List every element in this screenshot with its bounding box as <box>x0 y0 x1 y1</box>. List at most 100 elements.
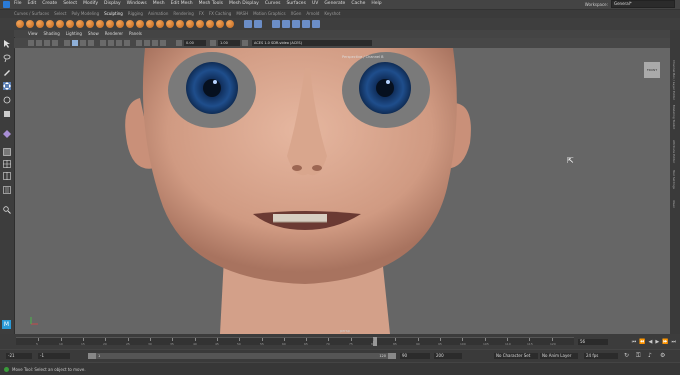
anim-layer-dropdown[interactable]: No Anim Layer <box>540 353 578 359</box>
menu-edit-mesh[interactable]: Edit Mesh <box>171 1 193 6</box>
backface-icon[interactable] <box>160 40 166 46</box>
paint-select-icon[interactable] <box>3 68 11 76</box>
modeling-toolkit-tab[interactable]: Modeling Toolkit <box>672 105 676 129</box>
color-management-icon[interactable] <box>242 40 248 46</box>
shelf-tab-select[interactable]: Select <box>54 11 66 16</box>
menu-display[interactable]: Display <box>104 1 121 6</box>
motion-blur-icon[interactable] <box>116 40 122 46</box>
range-slider[interactable]: 1 120 <box>88 353 396 359</box>
scale-tool-icon[interactable] <box>3 110 11 118</box>
panel-menu-shading[interactable]: Shading <box>44 31 60 36</box>
menu-edit[interactable]: Edit <box>28 1 37 6</box>
render-view-icon[interactable] <box>312 20 320 28</box>
current-frame-field[interactable]: 56 <box>578 339 608 345</box>
menu-surfaces[interactable]: Surfaces <box>286 1 306 6</box>
foamy-tool-icon[interactable] <box>76 20 84 28</box>
wireframe-icon[interactable] <box>64 40 70 46</box>
shelf-tab-fx[interactable]: FX <box>199 11 204 16</box>
menu-cache[interactable]: Cache <box>351 1 365 6</box>
menu-modify[interactable]: Modify <box>83 1 98 6</box>
lasso-tool-icon[interactable] <box>3 54 11 63</box>
end-time-field[interactable]: 200 <box>434 353 462 359</box>
playback-start-field[interactable]: -1 <box>38 353 70 359</box>
tool-settings-tab[interactable]: Tool Settings <box>672 170 676 189</box>
erase-tool-icon[interactable] <box>206 20 214 28</box>
ambient-occlusion-icon[interactable] <box>108 40 114 46</box>
exposure-icon[interactable] <box>176 40 182 46</box>
menu-help[interactable]: Help <box>371 1 381 6</box>
shelf-tab-rigging[interactable]: Rigging <box>128 11 143 16</box>
convert-tool-icon[interactable] <box>226 20 234 28</box>
scrape-tool-icon[interactable] <box>126 20 134 28</box>
panel-menu-renderer[interactable]: Renderer <box>105 31 123 36</box>
antialiasing-icon[interactable] <box>124 40 130 46</box>
unfreeze-tool-icon[interactable] <box>216 20 224 28</box>
range-slider-start-handle[interactable] <box>88 353 96 359</box>
uv-editor-icon[interactable] <box>272 20 280 28</box>
viewcube[interactable]: FRONT <box>644 62 660 78</box>
viewport-perspective[interactable]: Perspective / Channel B FRONT ⇱ persp <box>15 48 670 334</box>
amplify-tool-icon[interactable] <box>176 20 184 28</box>
lights-icon[interactable] <box>88 40 94 46</box>
isolate-select-icon[interactable] <box>136 40 142 46</box>
shelf-tab-curves[interactable]: Curves / Surfaces <box>14 11 49 16</box>
menu-mesh-tools[interactable]: Mesh Tools <box>199 1 223 6</box>
shelf-tab-motion[interactable]: Motion Graphics <box>253 11 286 16</box>
zoom-icon[interactable] <box>3 206 11 214</box>
menu-generate[interactable]: Generate <box>324 1 345 6</box>
start-time-field[interactable]: -21 <box>6 353 32 359</box>
menu-uv[interactable]: UV <box>312 1 318 6</box>
sculpt-tool-icon[interactable] <box>16 20 24 28</box>
maya-home-icon[interactable]: M <box>2 320 11 329</box>
textured-icon[interactable] <box>80 40 86 46</box>
xgen-tab[interactable]: XGen <box>672 200 676 208</box>
bulge-tool-icon[interactable] <box>166 20 174 28</box>
play-forward-icon[interactable]: ▶ <box>655 339 659 345</box>
panel-menu-panels[interactable]: Panels <box>129 31 142 36</box>
freeze-tool-icon[interactable] <box>186 20 194 28</box>
menu-mesh-display[interactable]: Mesh Display <box>229 1 259 6</box>
play-back-icon[interactable]: ◀ <box>649 339 653 345</box>
smear-tool-icon[interactable] <box>156 20 164 28</box>
imprint-tool-icon[interactable] <box>106 20 114 28</box>
shelf-tab-poly[interactable]: Poly Modeling <box>71 11 99 16</box>
gamma-field[interactable]: 1.00 <box>218 40 240 46</box>
last-tool-icon[interactable] <box>3 130 11 138</box>
repeat-tool-icon[interactable] <box>96 20 104 28</box>
attribute-editor-tab[interactable]: Attribute Editor <box>672 140 676 163</box>
wax-tool-icon[interactable] <box>116 20 124 28</box>
loop-icon[interactable]: ↻ <box>624 352 629 359</box>
colorspace-dropdown[interactable]: ACES 1.0 SDR-video (ACES) <box>252 40 372 46</box>
step-forward-icon[interactable]: ⏩ <box>662 339 668 345</box>
move-tool-icon[interactable] <box>3 82 11 90</box>
menu-select[interactable]: Select <box>63 1 77 6</box>
panel-menu-view[interactable]: View <box>28 31 38 36</box>
grid-toggle-icon[interactable] <box>52 40 58 46</box>
xray-icon[interactable] <box>144 40 150 46</box>
shape-editor-icon[interactable] <box>254 20 262 28</box>
blend-shape-icon[interactable] <box>244 20 252 28</box>
smooth-tool-icon[interactable] <box>26 20 34 28</box>
shelf-tab-sculpting[interactable]: Sculpting <box>104 11 123 16</box>
panel-menu-lighting[interactable]: Lighting <box>66 31 82 36</box>
camera-attributes-icon[interactable] <box>28 40 34 46</box>
audio-icon[interactable]: ♪ <box>648 352 652 359</box>
channel-box-tab[interactable]: Channel Box / Layer Editor <box>672 60 676 100</box>
shelf-tab-keyshot[interactable]: Keyshot <box>324 11 340 16</box>
menu-create[interactable]: Create <box>42 1 57 6</box>
step-back-icon[interactable]: ⏪ <box>639 339 645 345</box>
side-by-side-icon[interactable] <box>3 172 11 180</box>
fill-tool-icon[interactable] <box>136 20 144 28</box>
spray-tool-icon[interactable] <box>86 20 94 28</box>
range-slider-end-handle[interactable] <box>388 353 396 359</box>
shelf-tab-mash[interactable]: MASH <box>236 11 248 16</box>
four-view-icon[interactable] <box>3 160 11 168</box>
shelf-tab-xgen[interactable]: XGen <box>291 11 302 16</box>
key-icon[interactable]: ⚿ <box>636 352 641 360</box>
shelf-tab-fx-caching[interactable]: FX Caching <box>209 11 231 16</box>
character-set-dropdown[interactable]: No Character Set <box>494 353 538 359</box>
select-tool-icon[interactable] <box>3 40 11 48</box>
relax-tool-icon[interactable] <box>36 20 44 28</box>
go-to-start-icon[interactable]: ⏮ <box>632 339 637 345</box>
shelf-tab-arnold[interactable]: Arnold <box>306 11 319 16</box>
